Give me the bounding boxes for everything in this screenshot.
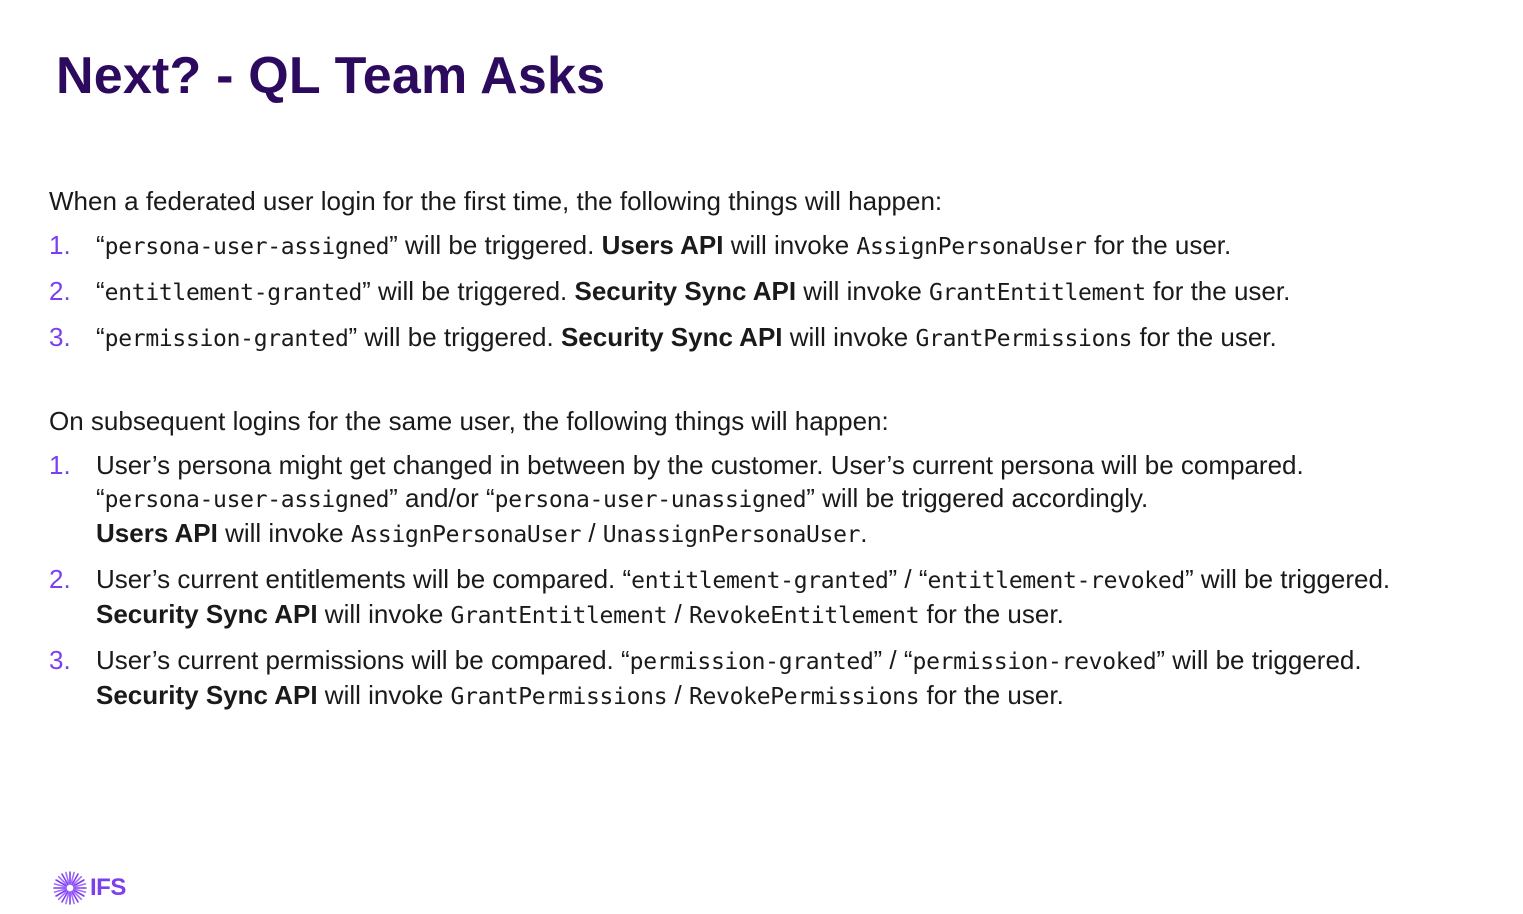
method-name: RevokePermissions [688, 684, 920, 710]
invoke-text: will invoke [782, 322, 916, 352]
step-line: “persona-user-assigned” and/or “persona-… [96, 482, 1519, 517]
method-name: AssignPersonaUser [350, 522, 582, 548]
method-name: GrantPermissions [450, 684, 668, 710]
tail-text: ” will be triggered. [1184, 564, 1391, 594]
connector-text: ” and/or “ [389, 483, 495, 513]
subsequent-logins-steps: 1. User’s persona might get changed in b… [49, 449, 1519, 714]
first-login-step: 1. “persona-user-assigned” will be trigg… [49, 229, 1519, 264]
subsequent-logins-intro: On subsequent logins for the same user, … [49, 406, 889, 436]
trigger-text: ” will be triggered. [362, 276, 575, 306]
trigger-text: ” will be triggered. [348, 322, 561, 352]
event-name: persona-user-assigned [104, 487, 390, 513]
event-name: permission-granted [104, 326, 349, 352]
step-number: 3. [49, 322, 71, 352]
api-name: Users API [96, 518, 218, 548]
open-quote: “ [96, 230, 105, 260]
step-line: Users API will invoke AssignPersonaUser … [96, 517, 1519, 552]
event-name: permission-granted [629, 649, 874, 675]
open-quote: “ [96, 483, 105, 513]
event-name: entitlement-granted [104, 280, 363, 306]
tail-text: for the user. [1086, 230, 1232, 260]
invoke-text: will invoke [317, 599, 451, 629]
first-login-steps: 1. “persona-user-assigned” will be trigg… [49, 229, 1519, 356]
event-name: persona-user-assigned [104, 234, 390, 260]
event-name: permission-revoked [912, 649, 1157, 675]
method-name: RevokeEntitlement [688, 603, 920, 629]
slide-title: Next? - QL Team Asks [56, 47, 606, 105]
api-name: Security Sync API [574, 276, 797, 306]
tail-text: for the user. [919, 599, 1064, 629]
step-line: Security Sync API will invoke GrantEntit… [96, 598, 1519, 633]
api-name: Security Sync API [96, 599, 318, 629]
step-number: 1. [49, 230, 71, 260]
event-name: entitlement-granted [631, 568, 889, 594]
tail-text: for the user. [1132, 322, 1277, 352]
first-login-intro: When a federated user login for the firs… [49, 186, 943, 216]
step-number: 1. [49, 450, 71, 480]
method-name: UnassignPersonaUser [602, 522, 861, 548]
step-number: 2. [49, 564, 71, 594]
method-name: GrantEntitlement [929, 280, 1146, 306]
ifs-sunburst-icon [53, 871, 87, 905]
method-name: AssignPersonaUser [856, 234, 1087, 260]
subsequent-step: 3. User’s current permissions will be co… [49, 644, 1519, 714]
subsequent-step: 1. User’s persona might get changed in b… [49, 449, 1519, 552]
step-number: 2. [49, 276, 71, 306]
tail-text: for the user. [919, 680, 1064, 710]
step-text: User’s current entitlements will be comp… [96, 564, 632, 594]
open-quote: “ [96, 322, 105, 352]
step-line: User’s current entitlements will be comp… [96, 563, 1519, 598]
api-name: Security Sync API [96, 680, 318, 710]
first-login-step: 2. “entitlement-granted” will be trigger… [49, 275, 1519, 310]
invoke-text: will invoke [217, 518, 351, 548]
separator: / [581, 518, 603, 548]
connector-text: ” / “ [873, 645, 913, 675]
event-name: persona-user-unassigned [494, 487, 807, 513]
tail-text: for the user. [1145, 276, 1291, 306]
invoke-text: will invoke [796, 276, 930, 306]
tail-text: ” will be triggered accordingly. [806, 483, 1149, 513]
api-name: Security Sync API [560, 322, 783, 352]
separator: / [667, 680, 689, 710]
invoke-text: will invoke [723, 230, 857, 260]
open-quote: “ [96, 276, 105, 306]
subsequent-step: 2. User’s current entitlements will be c… [49, 563, 1519, 633]
ifs-logo-text: IFS [90, 874, 126, 901]
step-text: “permission-granted” will be triggered. … [96, 321, 1519, 356]
tail-text: ” will be triggered. [1156, 645, 1362, 675]
subsequent-logins-section: On subsequent logins for the same user, … [49, 405, 1519, 714]
first-login-step: 3. “permission-granted” will be triggere… [49, 321, 1519, 356]
first-login-section: When a federated user login for the firs… [49, 185, 1519, 356]
ifs-logo: IFS [52, 870, 126, 906]
trigger-text: ” will be triggered. [389, 230, 602, 260]
step-text: “persona-user-assigned” will be triggere… [96, 229, 1519, 264]
method-name: GrantEntitlement [450, 603, 668, 629]
step-line: Security Sync API will invoke GrantPermi… [96, 679, 1519, 714]
step-line: User’s current permissions will be compa… [96, 644, 1519, 679]
step-number: 3. [49, 645, 71, 675]
separator: / [667, 599, 689, 629]
api-name: Users API [601, 230, 724, 260]
event-name: entitlement-revoked [927, 568, 1186, 594]
method-name: GrantPermissions [915, 326, 1133, 352]
tail-text: . [860, 518, 868, 548]
step-line: User’s persona might get changed in betw… [96, 450, 1304, 480]
step-text: User’s current permissions will be compa… [96, 645, 630, 675]
connector-text: ” / “ [888, 564, 928, 594]
invoke-text: will invoke [317, 680, 451, 710]
step-text: “entitlement-granted” will be triggered.… [96, 275, 1519, 310]
